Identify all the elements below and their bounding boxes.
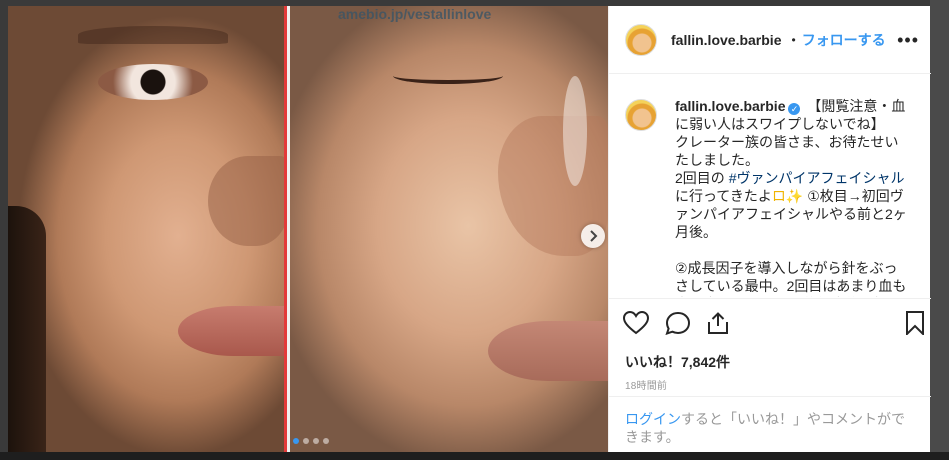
login-prompt: ログインすると「いいね！」やコメントができます。 [609,396,931,452]
caption-username[interactable]: fallin.love.barbie [675,98,785,114]
instagram-post-modal: amebio.jp/vestallinlove fallin.love.barb… [0,0,949,460]
chevron-right-icon [590,230,598,242]
post-side-panel: fallin.love.barbie • フォローする ••• fallin.l… [608,6,931,452]
caption-line-3a: 2回目の [675,170,729,186]
before-photo-lips [178,306,288,356]
before-photo-hair [8,206,46,452]
caption-line-4: ②成長因子を導入しながら針をぶっさしている最中。2回目はあまり血も出ず痛くない。… [675,260,907,297]
carousel-indicator [293,438,329,444]
caption-avatar[interactable] [625,99,657,131]
caption-section: fallin.love.barbie ✓ 【閲覧注意・血に弱い人はスワイプしないで… [609,75,931,297]
post-timestamp[interactable]: 18時間前 [625,377,667,392]
after-photo-shine [563,76,587,186]
after-photo-lips [488,321,608,381]
photo-watermark-text: amebio.jp/vestallinlove [338,6,492,22]
carousel-next-button[interactable] [581,224,605,248]
avatar[interactable] [625,23,657,56]
likes-count[interactable]: いいね！7,842件 [625,352,730,372]
caption-hashtag-link[interactable]: #ヴァンパイアフェイシャル [729,170,905,186]
before-photo-eye [98,64,208,100]
action-bar [609,298,931,338]
after-photo-eye [393,68,503,84]
follow-button[interactable]: フォローする [802,30,886,50]
caption-line-2: クレーター族の皆さま、お待たせいたしました。 [675,134,899,168]
comment-icon[interactable] [665,311,691,335]
caption-line-3b: に行ってきたよ [675,188,772,204]
login-link[interactable]: ログイン [625,411,681,427]
bookmark-icon[interactable] [905,311,925,335]
carousel-dot-3 [313,438,319,444]
verified-badge-icon: ✓ [788,103,801,115]
post-media[interactable]: amebio.jp/vestallinlove [8,6,608,452]
before-photo-nose [208,156,288,246]
post-header: fallin.love.barbie • フォローする ••• [609,6,931,74]
carousel-dot-4 [323,438,329,444]
page-backdrop-right [930,0,949,460]
heart-icon[interactable] [623,311,649,335]
more-options-button[interactable]: ••• [897,30,919,51]
sparkle-emoji-icon: ロ✨ [771,188,804,204]
carousel-dot-2 [303,438,309,444]
caption-text: fallin.love.barbie ✓ 【閲覧注意・血に弱い人はスワイプしないで… [675,97,911,297]
header-bullet: • [791,32,796,47]
header-username[interactable]: fallin.love.barbie [671,32,781,48]
before-photo-brow [78,26,228,44]
share-icon[interactable] [706,311,730,335]
page-backdrop-bottom [0,452,949,460]
carousel-dot-1 [293,438,299,444]
photo-divider-white [287,6,290,452]
